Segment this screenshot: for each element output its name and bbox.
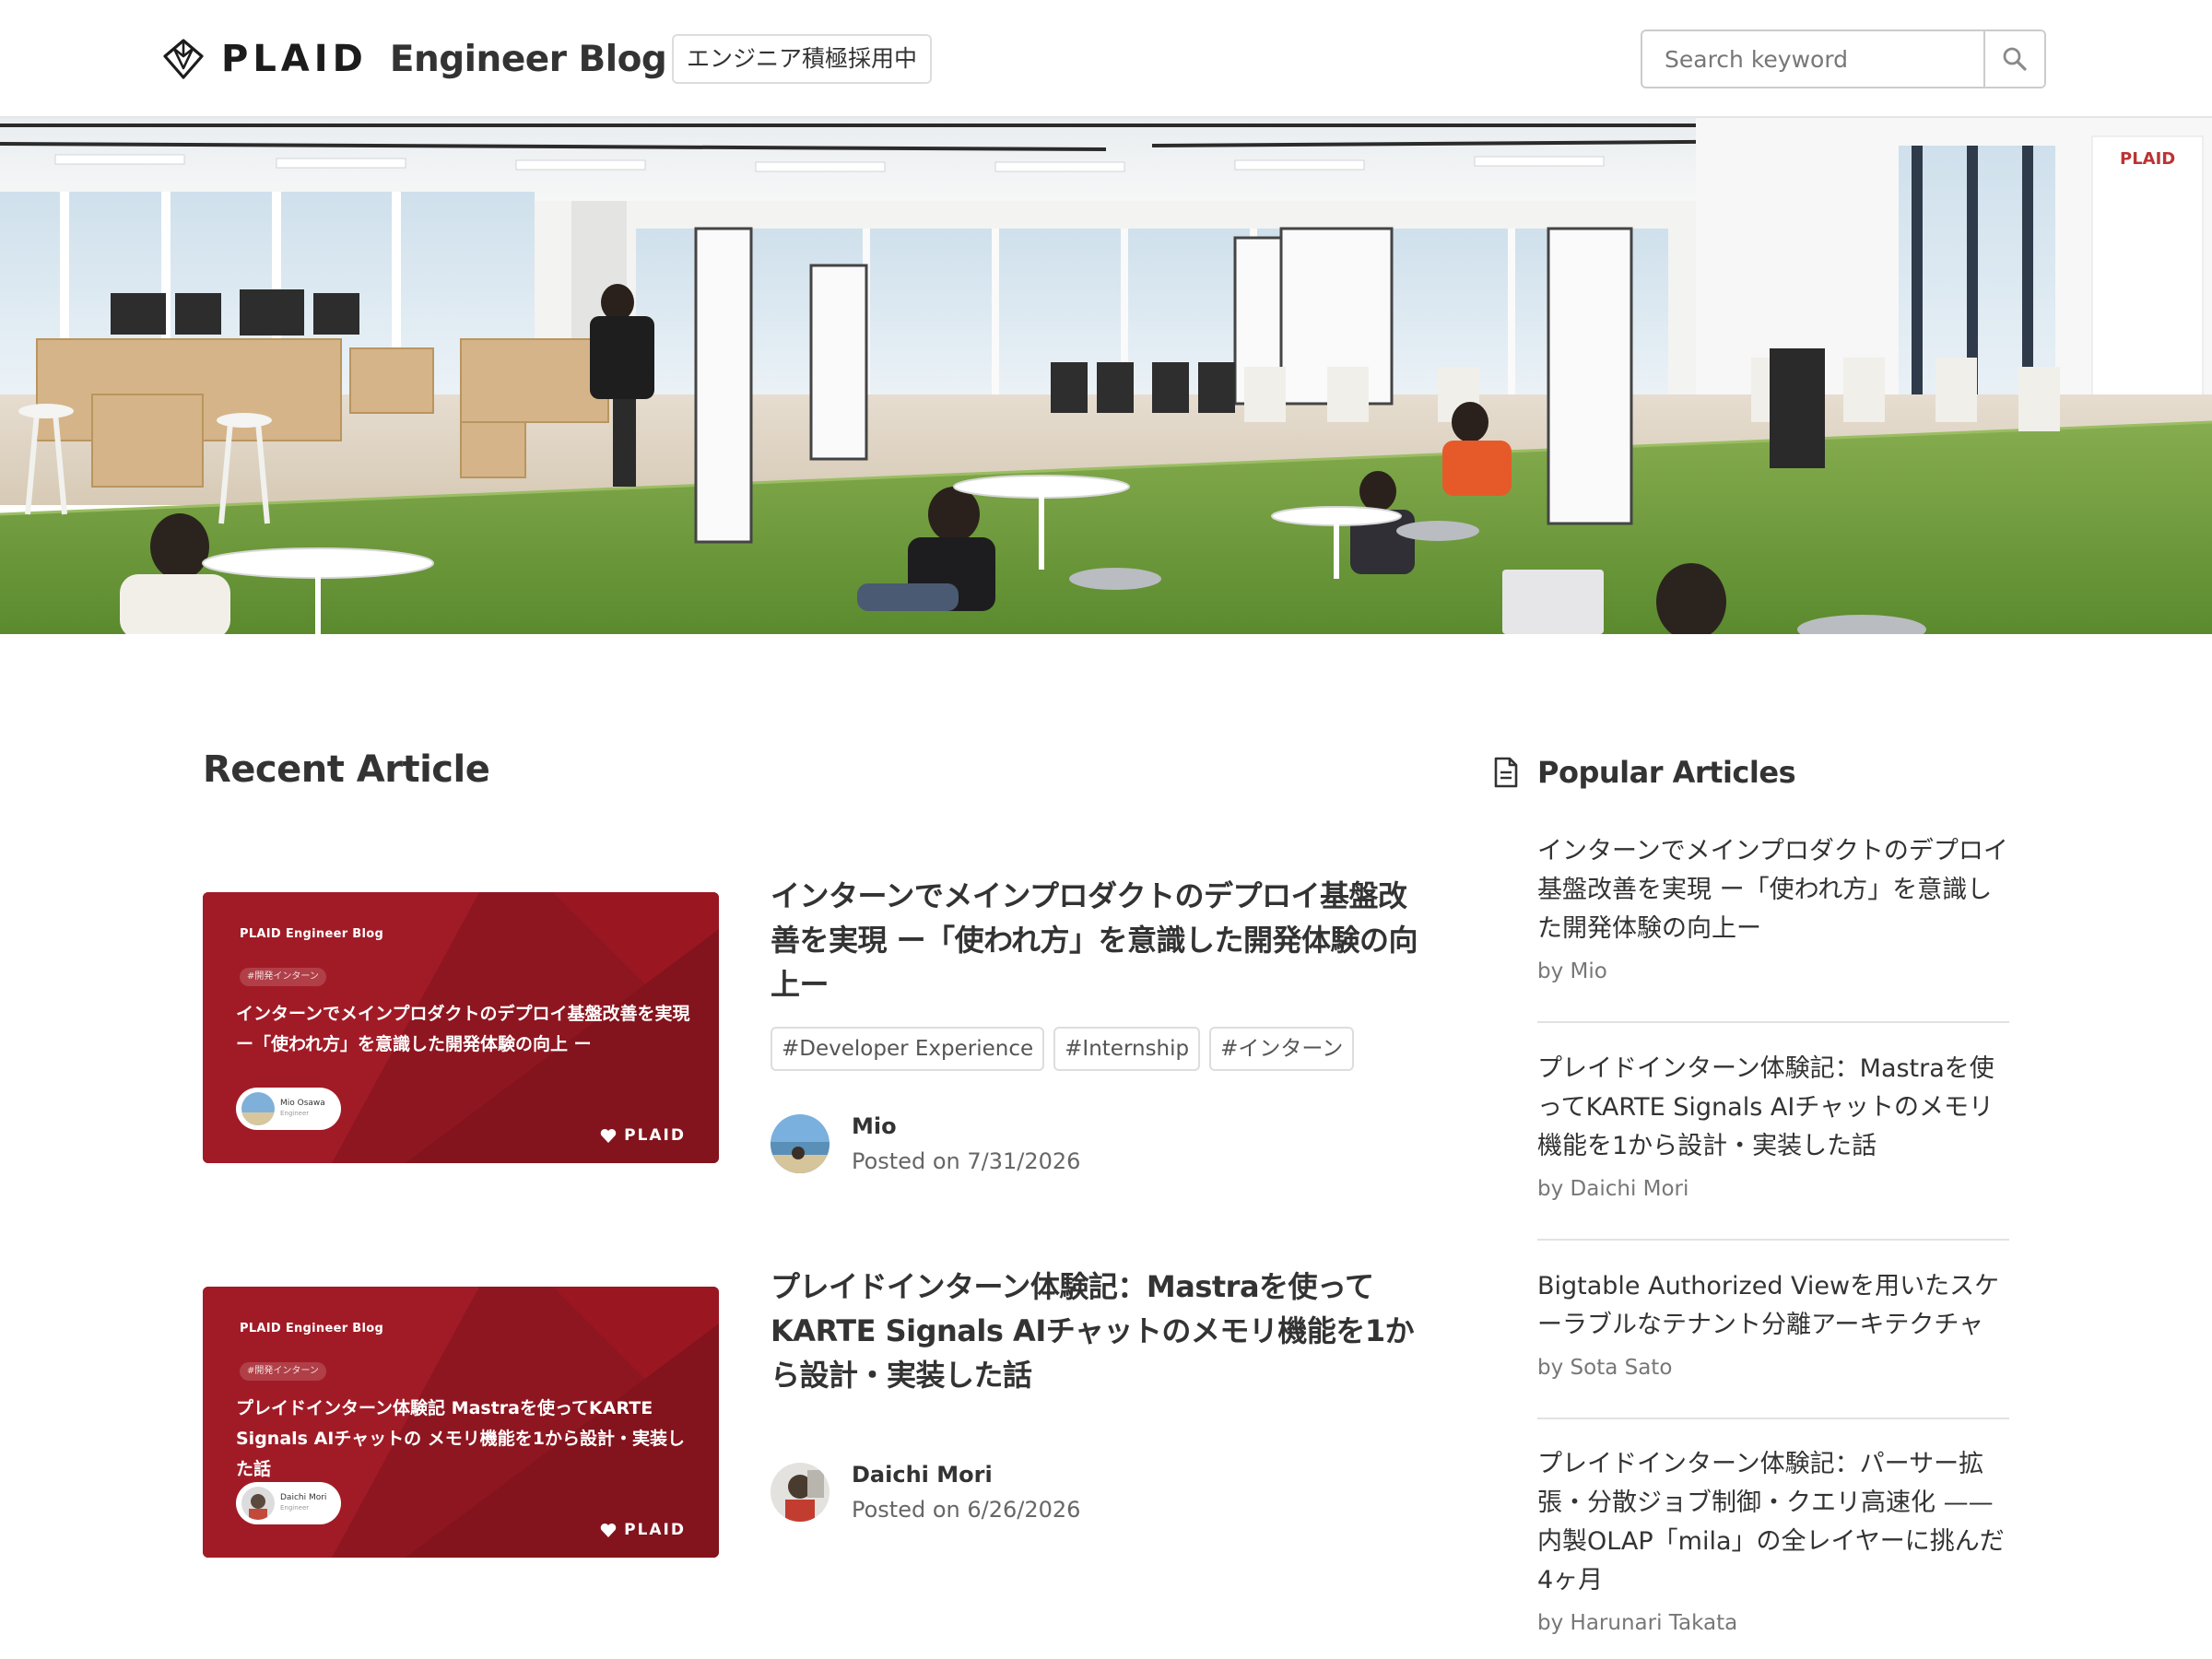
site-name: Engineer Blog	[389, 38, 667, 80]
popular-item-author: by Sota Sato	[1537, 1356, 1673, 1380]
thumbnail-brand: PLAID Engineer Blog	[240, 927, 384, 941]
popular-item: プレイドインターン体験記：Mastraを使ってKARTE Signals AIチ…	[1537, 1050, 2009, 1201]
divider	[1537, 1418, 2009, 1419]
thumbnail-author-role: Engineer	[280, 1110, 310, 1117]
tag-intern-jp[interactable]: #インターン	[1209, 1027, 1355, 1071]
popular-item-author: by Harunari Takata	[1537, 1611, 1738, 1635]
thumbnail-logo: PLAID	[600, 1521, 686, 1539]
search-icon	[2003, 47, 2027, 71]
thumbnail-tag: #開発インターン	[240, 1362, 326, 1381]
heart-icon	[600, 1523, 617, 1537]
author-name[interactable]: Daichi Mori	[852, 1462, 1080, 1488]
thumbnail-logo-text: PLAID	[624, 1126, 686, 1145]
office-photo: PLAID	[0, 118, 2212, 634]
popular-item-author: by Mio	[1537, 959, 1607, 983]
popular-item-title[interactable]: プレイドインターン体験記：Mastraを使ってKARTE Signals AIチ…	[1537, 1050, 2009, 1166]
avatar[interactable]	[771, 1463, 830, 1522]
article-tags: #Developer Experience #Internship #インターン	[771, 1027, 1355, 1071]
thumbnail-tag: #開発インターン	[240, 968, 326, 986]
thumbnail-title: インターンでメインプロダクトのデプロイ基盤改善を実現 ー「使われ方」を意識した開…	[236, 1004, 690, 1054]
article-title[interactable]: インターンでメインプロダクトのデプロイ基盤改善を実現 ー「使われ方」を意識した開…	[771, 874, 1434, 1006]
tag-internship[interactable]: #Internship	[1053, 1027, 1201, 1071]
popular-item-title[interactable]: プレイドインターン体験記：パーサー拡張・分散ジョブ制御・クエリ高速化 —— 内製…	[1537, 1445, 2009, 1600]
logo-wordmark: PLAID	[221, 38, 368, 80]
hero-image: PLAID	[0, 118, 2212, 634]
popular-item: Bigtable Authorized Viewを用いたスケーラブルなテナント分…	[1537, 1267, 2009, 1380]
recent-article-heading: Recent Article	[203, 748, 490, 791]
popular-articles-header: Popular Articles	[1493, 750, 1796, 794]
thumbnail-logo: PLAID	[600, 1126, 686, 1145]
thumbnail-brand: PLAID Engineer Blog	[240, 1322, 384, 1335]
thumbnail-logo-text: PLAID	[624, 1521, 686, 1539]
article-author: Mio Posted on 7/31/2026	[771, 1113, 1080, 1174]
search-button[interactable]	[1983, 31, 2044, 87]
popular-item-author: by Daichi Mori	[1537, 1177, 1689, 1201]
popular-articles-title: Popular Articles	[1537, 755, 1796, 790]
article-card: PLAID Engineer Blog #開発インターン インターンでメインプロ…	[203, 878, 1429, 1174]
divider	[1537, 1239, 2009, 1241]
article-thumbnail[interactable]: PLAID Engineer Blog #開発インターン プレイドインターン体験…	[203, 1287, 719, 1558]
article-card: PLAID Engineer Blog #開発インターン プレイドインターン体験…	[203, 1269, 1429, 1563]
post-date: Posted on 7/31/2026	[852, 1148, 1081, 1174]
thumbnail-author-name: Daichi Mori	[280, 1493, 327, 1502]
author-name[interactable]: Mio	[852, 1113, 1080, 1139]
post-date: Posted on 6/26/2026	[852, 1497, 1081, 1523]
document-icon	[1494, 757, 1518, 788]
site-logo[interactable]: PLAID Engineer Blog	[162, 33, 667, 85]
thumbnail-author-chip: Daichi Mori Engineer	[236, 1482, 341, 1524]
search-box	[1641, 29, 2046, 88]
article-title[interactable]: プレイドインターン体験記：Mastraを使ってKARTE Signals AIチ…	[771, 1265, 1434, 1397]
article-author: Daichi Mori Posted on 6/26/2026	[771, 1462, 1080, 1523]
thumbnail-author-chip: Mio Osawa Engineer	[236, 1088, 341, 1130]
heart-icon	[600, 1128, 617, 1143]
popular-item: プレイドインターン体験記：パーサー拡張・分散ジョブ制御・クエリ高速化 —— 内製…	[1537, 1445, 2009, 1635]
popular-item-title[interactable]: インターンでメインプロダクトのデプロイ基盤改善を実現 ー「使われ方」を意識した開…	[1537, 832, 2009, 948]
article-thumbnail[interactable]: PLAID Engineer Blog #開発インターン インターンでメインプロ…	[203, 892, 719, 1163]
plaid-diamond-icon	[163, 39, 204, 79]
site-header: PLAID Engineer Blog エンジニア積極採用中	[0, 0, 2212, 118]
thumbnail-author-role: Engineer	[280, 1504, 310, 1512]
divider	[1537, 1021, 2009, 1023]
avatar	[241, 1487, 275, 1520]
wall-sign: PLAID	[2120, 149, 2175, 169]
search-input[interactable]	[1642, 31, 1985, 87]
hiring-link[interactable]: エンジニア積極採用中	[672, 34, 933, 84]
thumbnail-title: プレイドインターン体験記 Mastraを使ってKARTE Signals AIチ…	[236, 1398, 686, 1479]
popular-item-title[interactable]: Bigtable Authorized Viewを用いたスケーラブルなテナント分…	[1537, 1267, 2009, 1345]
thumbnail-author-name: Mio Osawa	[280, 1099, 325, 1108]
avatar	[241, 1092, 275, 1125]
avatar[interactable]	[771, 1114, 830, 1173]
tag-developer-experience[interactable]: #Developer Experience	[771, 1027, 1045, 1071]
popular-item: インターンでメインプロダクトのデプロイ基盤改善を実現 ー「使われ方」を意識した開…	[1537, 832, 2009, 983]
